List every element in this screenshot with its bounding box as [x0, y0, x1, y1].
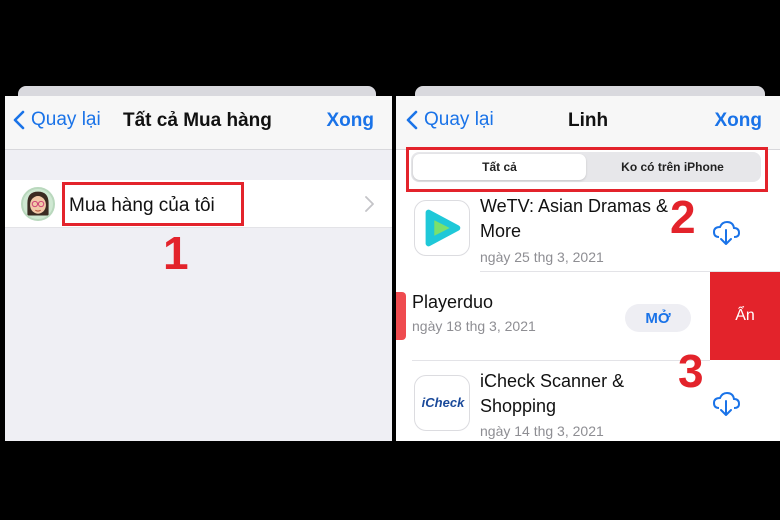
step-number-3: 3	[678, 345, 704, 397]
app-date: ngày 25 thg 3, 2021	[480, 249, 604, 265]
app-name: WeTV: Asian Dramas & More	[480, 196, 669, 241]
wetv-app-icon	[414, 200, 470, 256]
right-back-label: Quay lại	[424, 109, 494, 130]
app-name: Playerduo	[412, 292, 494, 312]
chevron-left-icon	[406, 110, 418, 130]
app-name: iCheck Scanner & Shopping	[480, 371, 625, 416]
left-done-button[interactable]: Xong	[327, 110, 375, 132]
right-page-title: Linh	[568, 110, 609, 131]
right-done-button[interactable]: Xong	[715, 110, 763, 132]
hide-button[interactable]: Ẩn	[710, 272, 780, 360]
list-item[interactable]: WeTV: Asian Dramas & More ngày 25 thg 3,…	[396, 186, 780, 272]
left-back-label: Quay lại	[31, 109, 101, 130]
left-navbar: Quay lại Tất cả Mua hàng Xong	[5, 96, 392, 150]
memoji-avatar-icon	[27, 191, 49, 216]
left-page-title: Tất cả Mua hàng	[123, 110, 272, 131]
app-date: ngày 14 thg 3, 2021	[480, 423, 604, 439]
icheck-logo-text: iCheck	[421, 395, 465, 410]
highlight-box-step-1	[62, 182, 244, 226]
list-item[interactable]: iCheck iCheck Scanner & Shopping ngày 14…	[396, 361, 780, 441]
left-screen: Quay lại Tất cả Mua hàng Xong Mua hàng c…	[5, 96, 392, 441]
highlight-box-step-2	[406, 147, 768, 192]
step-number-2: 2	[670, 191, 696, 243]
chevron-left-icon	[13, 110, 25, 130]
avatar	[21, 187, 55, 221]
left-spacer	[5, 150, 392, 180]
step-number-1: 1	[163, 227, 189, 279]
download-icon[interactable]	[712, 220, 740, 246]
icheck-app-icon: iCheck	[414, 375, 470, 431]
wetv-logo-icon	[425, 209, 461, 247]
download-icon[interactable]	[712, 391, 740, 417]
left-empty-area	[5, 228, 392, 441]
left-back-button[interactable]: Quay lại	[13, 109, 101, 131]
open-button[interactable]: MỞ	[625, 304, 691, 332]
right-back-button[interactable]: Quay lại	[406, 109, 494, 131]
chevron-right-icon	[365, 196, 374, 212]
app-date: ngày 18 thg 3, 2021	[412, 318, 536, 334]
right-navbar: Quay lại Linh Xong	[396, 96, 780, 150]
